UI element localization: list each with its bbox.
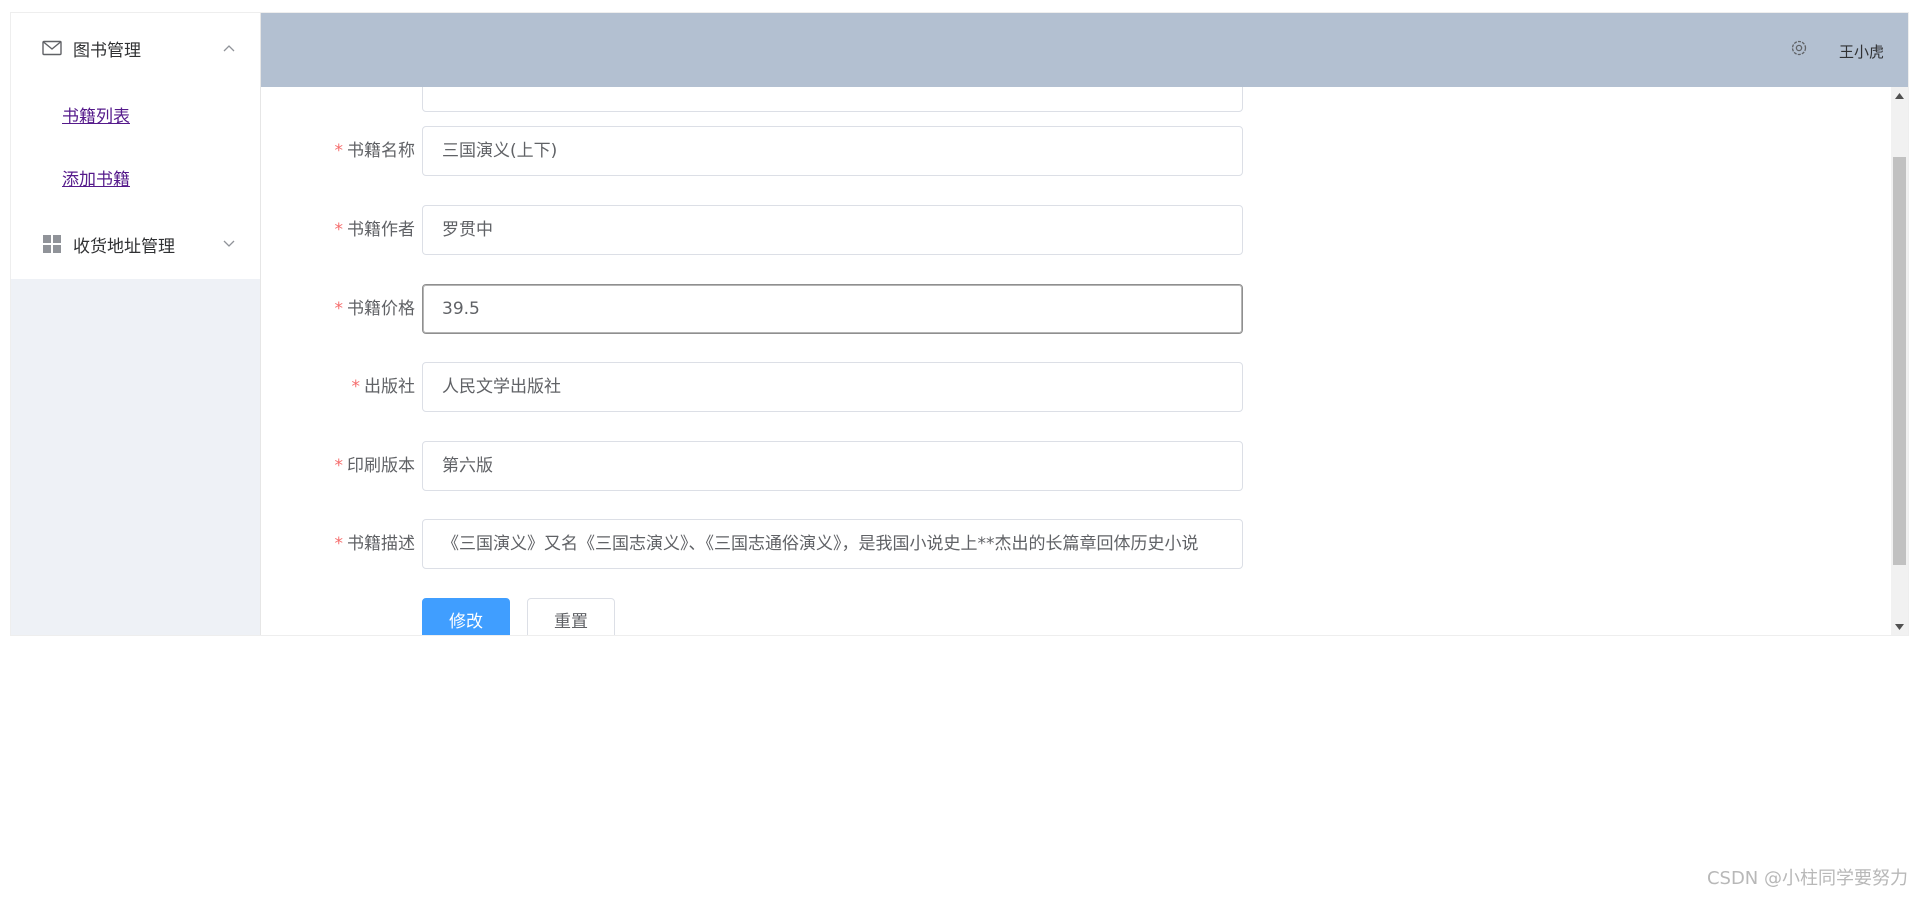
price-label: * 书籍价格 — [334, 299, 416, 319]
reset-button[interactable]: 重置 — [527, 598, 615, 635]
envelope-icon — [41, 37, 63, 59]
form-row-price: * 书籍价格 39.5 — [261, 284, 1261, 334]
app-window: 图书管理 书籍列表 添加书籍 收货地址管理 王小虎 * 书籍名称 三国演义(上下… — [10, 12, 1909, 636]
sidebar-item-add-book[interactable]: 添加书籍 — [11, 146, 260, 209]
required-mark: * — [334, 299, 344, 319]
header: 王小虎 — [261, 13, 1908, 87]
grid-icon — [41, 233, 63, 255]
form-actions: 修改 重置 — [261, 598, 1261, 635]
publisher-input[interactable]: 人民文学出版社 — [422, 362, 1243, 412]
name-label: * 书籍名称 — [334, 141, 416, 161]
book-author-input[interactable]: 罗贯中 — [422, 205, 1243, 255]
sidebar-menu: 图书管理 书籍列表 添加书籍 收货地址管理 — [11, 13, 260, 279]
form-row-hidden — [261, 87, 1261, 112]
username[interactable]: 王小虎 — [1839, 41, 1884, 62]
submenu-title-label: 收货地址管理 — [73, 236, 175, 257]
submit-button[interactable]: 修改 — [422, 598, 510, 635]
form-row-edition: * 印刷版本 第六版 — [261, 441, 1261, 491]
required-mark: * — [334, 456, 344, 476]
form-row-name: * 书籍名称 三国演义(上下) — [261, 126, 1261, 176]
form-content: * 书籍名称 三国演义(上下) * 书籍作者 罗贯中 * 书籍价格 39.5 * 出版社… — [261, 87, 1890, 635]
form-row-author: * 书籍作者 罗贯中 — [261, 205, 1261, 255]
description-input[interactable]: 《三国演义》又名《三国志演义》、《三国志通俗演义》，是我国小说史上**杰出的长篇… — [422, 519, 1243, 569]
required-mark: * — [351, 377, 361, 397]
required-mark: * — [334, 141, 344, 161]
sidebar: 图书管理 书籍列表 添加书籍 收货地址管理 — [11, 13, 261, 635]
hidden-field-input[interactable] — [422, 87, 1243, 112]
publisher-label: * 出版社 — [351, 377, 416, 397]
book-name-input[interactable]: 三国演义(上下) — [422, 126, 1243, 176]
main-area: 王小虎 * 书籍名称 三国演义(上下) * 书籍作者 罗贯中 * 书籍价格 39.5 … — [261, 13, 1908, 635]
sidebar-item-book-list[interactable]: 书籍列表 — [11, 83, 260, 146]
required-mark: * — [334, 220, 344, 240]
watermark: CSDN @小柱同学要努力 — [1706, 868, 1908, 889]
submenu-address-management[interactable]: 收货地址管理 — [11, 209, 260, 279]
scroll-up-arrow-icon[interactable] — [1891, 87, 1908, 104]
form-row-publisher: * 出版社 人民文学出版社 — [261, 362, 1261, 412]
edition-label: * 印刷版本 — [334, 456, 416, 476]
vertical-scrollbar[interactable] — [1891, 87, 1908, 635]
scroll-down-arrow-icon[interactable] — [1891, 618, 1908, 635]
author-label: * 书籍作者 — [334, 220, 416, 240]
required-mark: * — [334, 534, 344, 554]
scrollbar-thumb[interactable] — [1893, 157, 1906, 565]
form-row-description: * 书籍描述 《三国演义》又名《三国志演义》、《三国志通俗演义》，是我国小说史上*… — [261, 519, 1261, 569]
chevron-down-icon — [222, 237, 236, 251]
edition-input[interactable]: 第六版 — [422, 441, 1243, 491]
description-label: * 书籍描述 — [334, 534, 416, 554]
chevron-up-icon — [222, 41, 236, 55]
book-price-input[interactable]: 39.5 — [422, 284, 1243, 334]
add-book-link[interactable]: 添加书籍 — [62, 165, 130, 190]
book-list-link[interactable]: 书籍列表 — [62, 102, 130, 127]
gear-icon[interactable] — [1790, 39, 1808, 57]
submenu-book-management[interactable]: 图书管理 — [11, 13, 260, 83]
submenu-title-label: 图书管理 — [73, 40, 141, 61]
